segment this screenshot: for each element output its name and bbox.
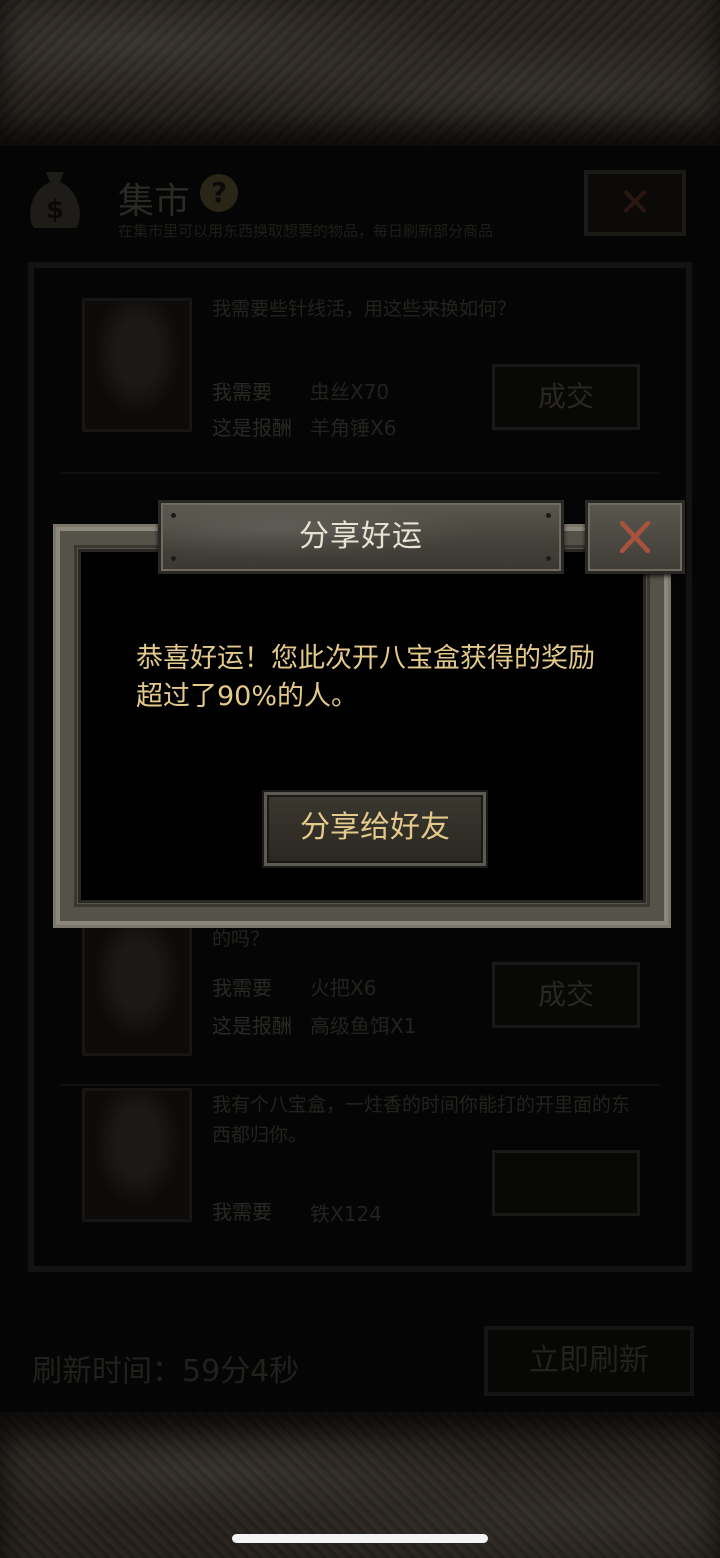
merchant-portrait <box>82 922 192 1056</box>
help-icon[interactable]: ? <box>200 174 238 212</box>
refresh-button[interactable]: 立即刷新 <box>484 1326 694 1396</box>
trade-description: 我有个八宝盒，一炷香的时间你能打的开里面的东西都归你。 <box>212 1094 631 1146</box>
dialog-message: 恭喜好运！您此次开八宝盒获得的奖励超过了90%的人。 <box>136 643 595 712</box>
need-label: 我需要 <box>212 1200 272 1224</box>
need-label: 我需要 <box>212 976 272 1000</box>
stone-frame-top <box>0 0 720 146</box>
trade-description: 我需要些针线活，用这些来换如何？ <box>212 298 517 320</box>
reward-value: 高级鱼饵X1 <box>310 1014 417 1038</box>
reward-value: 羊角锤X6 <box>310 416 397 440</box>
need-label: 我需要 <box>212 380 272 404</box>
trade-description: 的吗？ <box>212 928 270 950</box>
market-subtitle: 在集市里可以用东西换取想要的物品，每日刷新部分商品 <box>118 222 494 240</box>
svg-text:$: $ <box>46 195 64 225</box>
dialog-title-plate: 分享好运 <box>158 500 564 574</box>
trade-card: 我有个八宝盒，一炷香的时间你能打的开里面的东西都归你。 我需要 铁X124 <box>60 1080 660 1266</box>
need-value: 铁X124 <box>310 1202 382 1226</box>
reward-label: 这是报酬 <box>212 416 292 440</box>
deal-button[interactable] <box>492 1150 640 1216</box>
deal-button[interactable]: 成交 <box>492 364 640 430</box>
merchant-portrait <box>82 298 192 432</box>
deal-button[interactable]: 成交 <box>492 962 640 1028</box>
dialog-close-button[interactable] <box>585 500 685 574</box>
close-icon: ✕ <box>618 180 652 226</box>
reward-label: 这是报酬 <box>212 1014 292 1038</box>
need-value: 虫丝X70 <box>310 380 390 404</box>
trade-card: 我需要些针线活，用这些来换如何？ 我需要 虫丝X70 这是报酬 羊角锤X6 成交 <box>60 288 660 474</box>
dialog-title: 分享好运 <box>299 519 423 554</box>
refresh-time: 刷新时间：59分4秒 <box>32 1354 300 1389</box>
share-to-friends-button[interactable]: 分享给好友 <box>264 792 486 866</box>
need-value: 火把X6 <box>310 976 377 1000</box>
merchant-portrait <box>82 1088 192 1222</box>
money-bag-icon: $ <box>30 172 80 228</box>
trade-card: 的吗？ 我需要 火把X6 这是报酬 高级鱼饵X1 成交 <box>60 900 660 1086</box>
market-title: 集市 <box>118 181 191 222</box>
close-icon <box>619 520 651 554</box>
home-indicator[interactable] <box>232 1534 488 1543</box>
market-close-button[interactable]: ✕ <box>584 170 686 236</box>
